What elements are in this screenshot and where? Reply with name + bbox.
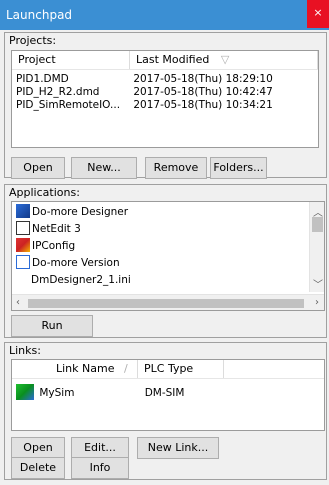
- scroll-thumb[interactable]: [28, 299, 304, 308]
- column-header-plc-type[interactable]: PLC Type: [138, 360, 224, 378]
- sort-arrow-icon: /: [123, 362, 128, 375]
- open-link-button[interactable]: Open: [11, 437, 65, 459]
- header-divider: [12, 69, 318, 70]
- projects-panel: Projects: Project Last Modified ▽ PID1.D…: [4, 32, 327, 179]
- links-panel: Links: Link Name / PLC Type MySim DM-SIM…: [4, 342, 327, 480]
- scroll-down-icon[interactable]: ﹀: [313, 276, 323, 291]
- project-name: PID_SimRemoteIO...: [16, 99, 121, 111]
- project-name: PID_H2_R2.dmd: [16, 86, 100, 98]
- column-header-last-modified[interactable]: Last Modified ▽: [130, 51, 318, 69]
- app-item-label: Do-more Designer: [32, 206, 129, 218]
- app-item-label: NetEdit 3: [32, 223, 81, 235]
- plc-type: DM-SIM: [144, 387, 185, 399]
- table-row[interactable]: PID1.DMD 2017-05-18(Thu) 18:29:10: [16, 73, 273, 85]
- applications-panel: Applications: Do-more Designer NetEdit 3…: [4, 184, 327, 338]
- delete-link-button[interactable]: Delete: [11, 457, 65, 479]
- title-bar: Launchpad ×: [0, 0, 329, 30]
- do-more-version-icon: [16, 255, 30, 269]
- table-row[interactable]: MySim DM-SIM: [16, 384, 184, 402]
- info-link-button[interactable]: Info: [71, 457, 129, 479]
- app-item-label: IPConfig: [32, 240, 76, 252]
- sim-link-icon: [16, 384, 34, 400]
- edit-link-button[interactable]: Edit...: [71, 437, 129, 459]
- close-button[interactable]: ×: [307, 0, 329, 28]
- new-project-button[interactable]: New...: [71, 157, 137, 179]
- new-link-button[interactable]: New Link...: [137, 437, 219, 459]
- run-button[interactable]: Run: [11, 315, 93, 337]
- column-header-link-name-label: Link Name: [56, 362, 115, 375]
- links-label: Links:: [9, 344, 41, 357]
- app-item-do-more-version[interactable]: Do-more Version: [16, 255, 120, 272]
- applications-label: Applications:: [9, 186, 80, 199]
- projects-label: Projects:: [9, 34, 57, 47]
- column-header-link-name[interactable]: Link Name /: [50, 360, 138, 378]
- window-title: Launchpad: [6, 8, 73, 22]
- project-modified: 2017-05-18(Thu) 10:42:47: [133, 86, 273, 98]
- project-modified: 2017-05-18(Thu) 18:29:10: [133, 73, 273, 85]
- scroll-left-icon[interactable]: ‹: [16, 297, 20, 308]
- project-modified: 2017-05-18(Thu) 10:34:21: [133, 99, 273, 111]
- links-list[interactable]: Link Name / PLC Type MySim DM-SIM: [11, 359, 325, 431]
- column-header-project[interactable]: Project: [12, 51, 130, 69]
- do-more-designer-icon: [16, 204, 30, 218]
- horizontal-scrollbar[interactable]: ‹ ›: [12, 294, 324, 310]
- header-divider: [12, 378, 324, 379]
- app-item-netedit[interactable]: NetEdit 3: [16, 221, 81, 238]
- app-item-do-more-designer[interactable]: Do-more Designer: [16, 204, 128, 221]
- scroll-right-icon[interactable]: ›: [315, 297, 319, 308]
- sort-arrow-icon: ▽: [220, 53, 230, 66]
- table-row[interactable]: PID_SimRemoteIO... 2017-05-18(Thu) 10:34…: [16, 99, 273, 111]
- remove-project-button[interactable]: Remove: [145, 157, 207, 179]
- app-item-ipconfig[interactable]: IPConfig: [16, 238, 75, 255]
- open-project-button[interactable]: Open: [11, 157, 65, 179]
- column-header-last-modified-label: Last Modified: [136, 53, 210, 66]
- scroll-thumb[interactable]: [312, 217, 323, 232]
- app-item-dmdesigner-ini[interactable]: DmDesigner2_1.ini: [31, 272, 131, 289]
- applications-list[interactable]: Do-more Designer NetEdit 3 IPConfig Do-m…: [11, 201, 325, 311]
- folders-button[interactable]: Folders...: [210, 157, 267, 179]
- app-item-label: Do-more Version: [32, 257, 120, 269]
- projects-list[interactable]: Project Last Modified ▽ PID1.DMD 2017-05…: [11, 50, 319, 148]
- netedit-icon: [16, 221, 30, 235]
- link-name: MySim: [39, 387, 75, 399]
- app-item-label: DmDesigner2_1.ini: [31, 274, 131, 286]
- vertical-scrollbar[interactable]: ︿ ﹀: [309, 202, 324, 292]
- project-name: PID1.DMD: [16, 73, 69, 85]
- ipconfig-icon: [16, 238, 30, 252]
- table-row[interactable]: PID_H2_R2.dmd 2017-05-18(Thu) 10:42:47: [16, 86, 273, 98]
